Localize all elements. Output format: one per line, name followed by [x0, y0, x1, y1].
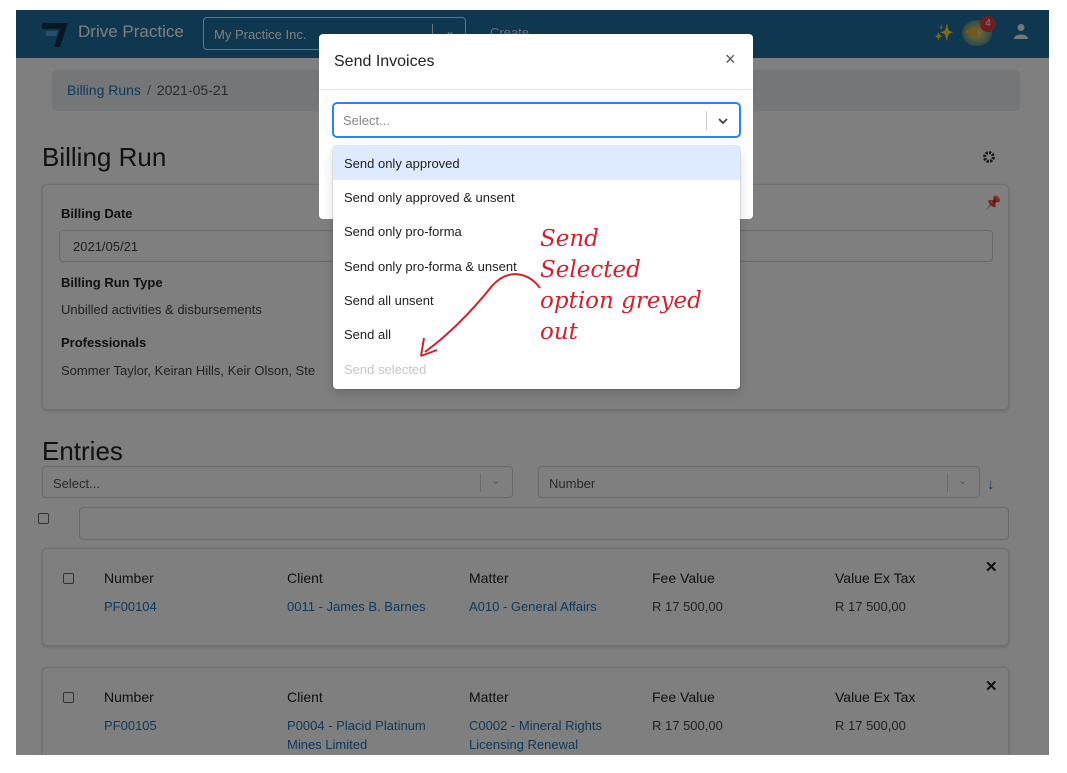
annotation-note: Send Selected option greyed out [540, 226, 702, 345]
app-frame: Drive Practice My Practice Inc. ⌄ Create… [16, 10, 1049, 755]
select-separator [706, 111, 707, 130]
send-option-send-only-approved[interactable]: Send only approved [333, 146, 740, 180]
modal-title: Send Invoices [334, 53, 435, 70]
close-icon[interactable]: × [725, 49, 736, 70]
send-option-send-selected-disabled: Send selected [344, 362, 427, 377]
modal-divider [319, 89, 753, 90]
send-option-select[interactable]: Select... [333, 103, 740, 137]
send-option-send-only-approved-unsent[interactable]: Send only approved & unsent [333, 180, 740, 214]
chevron-down-icon [718, 118, 728, 125]
send-option-placeholder: Select... [343, 113, 390, 128]
